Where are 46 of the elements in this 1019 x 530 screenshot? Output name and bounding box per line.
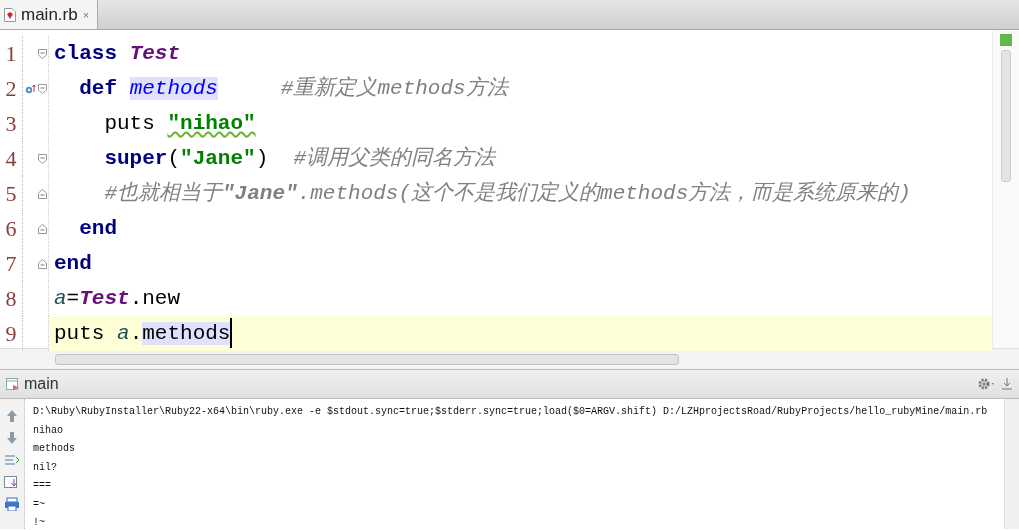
line-number: 3: [0, 106, 23, 141]
code-line: a=Test.new: [53, 286, 182, 312]
scroll-to-end-icon[interactable]: [4, 475, 20, 489]
code-line: end: [53, 251, 93, 277]
pin-icon[interactable]: [1001, 377, 1013, 391]
line-number: 7: [0, 246, 23, 281]
console-line: methods: [33, 442, 76, 456]
line-number: 8: [0, 281, 23, 316]
code-line: puts "nihao": [103, 111, 257, 137]
close-button[interactable]: ×: [82, 8, 90, 21]
console-line: ===: [33, 479, 52, 493]
run-panel-title: main: [24, 375, 59, 393]
console-line: nihao: [33, 423, 64, 438]
run-window-icon: [6, 377, 20, 391]
print-icon[interactable]: [4, 497, 20, 511]
fold-icon[interactable]: [38, 188, 47, 199]
ruby-file-icon: [4, 7, 16, 22]
line-number: 6: [0, 211, 23, 246]
line-number: 2: [0, 71, 23, 106]
code-line: #也就相当于"Jane".methods(这个不是我们定义的methods方法，而是系统原来的): [103, 180, 912, 207]
text-cursor: [230, 318, 233, 349]
fold-icon[interactable]: [38, 258, 47, 269]
console-line: =~: [33, 497, 46, 512]
line-number: 5: [0, 176, 23, 211]
console-line: nil?: [33, 460, 58, 475]
code-line: def methods #重新定义methods方法: [78, 75, 510, 102]
code-line: super("Jane") #调用父类的同名方法: [103, 145, 497, 172]
down-arrow-icon[interactable]: [5, 431, 19, 445]
fold-icon[interactable]: [38, 153, 47, 164]
wrap-icon[interactable]: [4, 453, 20, 467]
scrollbar[interactable]: [1004, 399, 1019, 529]
code-line: end: [78, 216, 118, 242]
console-line: !~: [33, 516, 46, 530]
line-number: 4: [0, 141, 23, 176]
fold-icon[interactable]: [38, 48, 47, 59]
line-number: 1: [0, 36, 23, 71]
up-arrow-icon[interactable]: [5, 409, 19, 423]
file-tab[interactable]: main.rb ×: [0, 0, 99, 29]
scrollbar-thumb[interactable]: [55, 353, 679, 365]
settings-icon[interactable]: [977, 377, 997, 391]
scrollbar-thumb[interactable]: [1001, 50, 1011, 182]
fold-icon[interactable]: [38, 223, 47, 234]
override-icon[interactable]: [25, 83, 36, 94]
console-line: D:\Ruby\RubyInstaller\Ruby22-x64\bin\ruby.exe -e $stdout.sync=true;$stderr.sync=true;load($0=ARGV.shift) D:/LZHprojectsRoad/RubyProjects/hello_rubyMine/main.rb: [33, 405, 989, 419]
fold-icon[interactable]: [38, 83, 47, 94]
code-line: class Test: [53, 41, 182, 67]
